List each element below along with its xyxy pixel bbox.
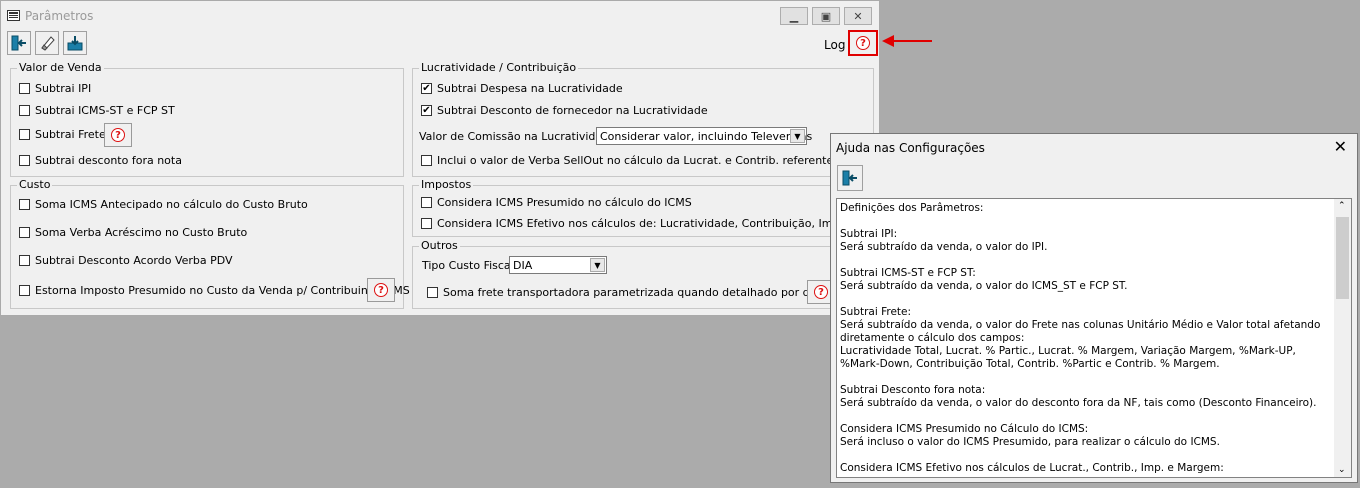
check-mark-icon: ✔ bbox=[422, 82, 431, 94]
group-legend: Outros bbox=[419, 239, 460, 252]
chevron-down-icon: ▼ bbox=[790, 129, 805, 143]
scrollbar-thumb[interactable] bbox=[1336, 217, 1349, 299]
help-close-button[interactable]: ✕ bbox=[1334, 137, 1347, 156]
eraser-icon bbox=[41, 36, 55, 51]
help-text-area[interactable]: Definições dos Parâmetros: Subtrai IPI: … bbox=[836, 198, 1352, 478]
close-button[interactable]: ✕ bbox=[844, 7, 872, 25]
help-scrollbar[interactable]: ⌃ ⌄ bbox=[1334, 199, 1351, 477]
label-soma-frete: Soma frete transportadora parametrizada … bbox=[443, 286, 865, 299]
label-subtrai-frete: Subtrai Frete bbox=[35, 128, 106, 141]
group-legend: Custo bbox=[17, 178, 53, 191]
group-legend: Impostos bbox=[419, 178, 474, 191]
help-icon: ? bbox=[814, 285, 828, 299]
log-button[interactable]: Log bbox=[824, 38, 845, 52]
tipo-custo-select-value: DIA bbox=[513, 259, 533, 272]
check-mark-icon: ✔ bbox=[422, 104, 431, 116]
label-verba-acrescimo: Soma Verba Acréscimo no Custo Bruto bbox=[35, 226, 248, 239]
group-legend: Lucratividade / Contribuição bbox=[419, 61, 579, 74]
help-icon: ? bbox=[856, 36, 870, 50]
parametros-window: Parâmetros ▁ ▣ ✕ Log ? Valor de Venda Su… bbox=[0, 0, 922, 316]
checkbox-subtrai-desconto[interactable] bbox=[19, 155, 30, 166]
group-outros: Outros bbox=[412, 240, 874, 309]
label-subtrai-desconto: Subtrai desconto fora nota bbox=[35, 154, 182, 167]
minimize-icon: ▁ bbox=[789, 9, 799, 23]
label-desconto-fornecedor: Subtrai Desconto de fornecedor na Lucrat… bbox=[437, 104, 708, 117]
comissao-select[interactable]: Considerar valor, incluindo Televendas ▼ bbox=[596, 127, 812, 145]
checkbox-soma-frete[interactable] bbox=[427, 287, 438, 298]
help-frete-button[interactable]: ? bbox=[104, 123, 132, 147]
label-icms-antecipado: Soma ICMS Antecipado no cálculo do Custo… bbox=[35, 198, 308, 211]
checkbox-icms-antecipado[interactable] bbox=[19, 199, 30, 210]
help-icon: ? bbox=[374, 283, 388, 297]
checkbox-desconto-verba-pdv[interactable] bbox=[19, 255, 30, 266]
exit-button[interactable] bbox=[7, 31, 31, 55]
label-comissao: Valor de Comissão na Lucratividade: bbox=[419, 130, 620, 143]
checkbox-despesa[interactable]: ✔ bbox=[421, 83, 432, 94]
help-dialog-title: Ajuda nas Configurações bbox=[836, 141, 985, 155]
label-despesa: Subtrai Despesa na Lucratividade bbox=[437, 82, 623, 95]
checkbox-subtrai-icms-st[interactable] bbox=[19, 105, 30, 116]
eraser-button[interactable] bbox=[35, 31, 59, 55]
tipo-custo-select[interactable]: DIA ▼ bbox=[509, 256, 607, 274]
comissao-select-value: Considerar valor, incluindo Televendas bbox=[600, 130, 813, 143]
help-text-content: Definições dos Parâmetros: Subtrai IPI: … bbox=[840, 202, 1321, 474]
label-subtrai-ipi: Subtrai IPI bbox=[35, 82, 92, 95]
label-tipo-custo: Tipo Custo Fiscal bbox=[422, 259, 514, 272]
label-subtrai-icms-st: Subtrai ICMS-ST e FCP ST bbox=[35, 104, 175, 117]
checkbox-estorna-imposto[interactable] bbox=[19, 285, 30, 296]
window-icon bbox=[7, 10, 20, 21]
window-title: Parâmetros bbox=[25, 9, 94, 23]
title-bar: Parâmetros ▁ ▣ ✕ bbox=[1, 1, 879, 31]
help-button[interactable]: ? bbox=[848, 30, 878, 56]
chevron-up-icon: ⌃ bbox=[1338, 201, 1346, 211]
help-estorna-button[interactable]: ? bbox=[367, 278, 395, 302]
checkbox-subtrai-frete[interactable] bbox=[19, 129, 30, 140]
chevron-down-icon: ⌄ bbox=[1338, 465, 1346, 475]
annotation-arrow-icon bbox=[882, 35, 932, 47]
save-icon bbox=[67, 36, 83, 51]
exit-icon bbox=[11, 35, 26, 51]
checkbox-icms-efetivo[interactable] bbox=[421, 218, 432, 229]
help-exit-button[interactable] bbox=[837, 165, 863, 191]
close-icon: ✕ bbox=[853, 9, 863, 23]
exit-icon bbox=[842, 170, 857, 186]
label-desconto-verba-pdv: Subtrai Desconto Acordo Verba PDV bbox=[35, 254, 233, 267]
label-icms-presumido: Considera ICMS Presumido no cálculo do I… bbox=[437, 196, 692, 209]
close-icon: ✕ bbox=[1333, 137, 1347, 156]
group-legend: Valor de Venda bbox=[17, 61, 104, 74]
checkbox-icms-presumido[interactable] bbox=[421, 197, 432, 208]
checkbox-desconto-fornecedor[interactable]: ✔ bbox=[421, 105, 432, 116]
chevron-down-icon: ▼ bbox=[590, 258, 605, 272]
checkbox-verba-sellout[interactable] bbox=[421, 155, 432, 166]
save-button[interactable] bbox=[63, 31, 87, 55]
checkbox-verba-acrescimo[interactable] bbox=[19, 227, 30, 238]
label-estorna-imposto: Estorna Imposto Presumido no Custo da Ve… bbox=[35, 284, 410, 297]
minimize-button[interactable]: ▁ bbox=[780, 7, 808, 25]
help-icon: ? bbox=[111, 128, 125, 142]
maximize-icon: ▣ bbox=[820, 9, 832, 23]
help-dialog: Ajuda nas Configurações ✕ Definições dos… bbox=[830, 133, 1358, 483]
maximize-button[interactable]: ▣ bbox=[812, 7, 840, 25]
checkbox-subtrai-ipi[interactable] bbox=[19, 83, 30, 94]
